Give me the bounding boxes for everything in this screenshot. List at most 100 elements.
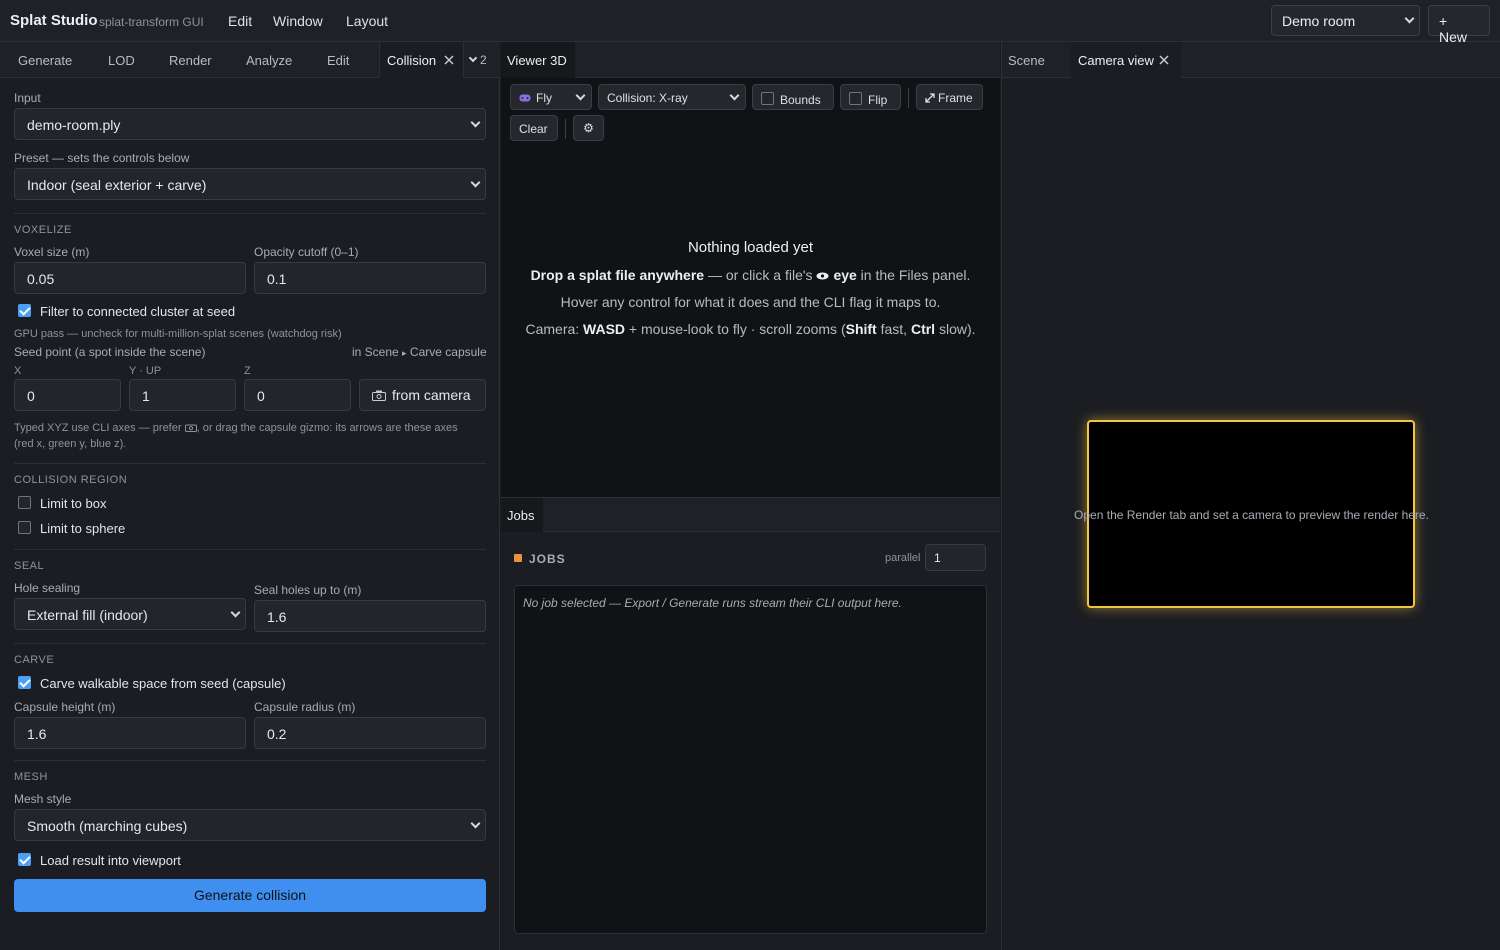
tab-scene[interactable]: Scene [1008, 53, 1045, 68]
divider [14, 213, 486, 214]
line1-end: in the Files panel. [856, 267, 971, 283]
menu-layout[interactable]: Layout [346, 13, 388, 29]
tab-jobs[interactable]: Jobs [501, 498, 543, 532]
job-log-empty: No job selected — Export / Generate runs… [523, 596, 902, 610]
load-result-checkbox[interactable] [18, 853, 31, 866]
limit-box-checkbox[interactable] [18, 496, 31, 509]
seed-point-label: Seed point (a spot inside the scene) [14, 345, 206, 359]
from-camera-label: from camera [392, 387, 471, 403]
line1-eye: eye [833, 267, 857, 283]
menu-window[interactable]: Window [273, 13, 323, 29]
axes-hint: Typed XYZ use CLI axes — prefer , or dra… [14, 420, 492, 452]
eye-icon [816, 272, 829, 280]
capsule-radius-input[interactable]: 0.2 [254, 717, 486, 749]
chevron-down-icon [470, 818, 481, 829]
menu-edit[interactable]: Edit [228, 13, 252, 29]
axes-hint-c: (red x, green y, blue z). [14, 438, 127, 450]
tab-render[interactable]: Render [169, 53, 212, 68]
tab-lod[interactable]: LOD [108, 53, 135, 68]
opacity-cutoff-label: Opacity cutoff (0–1) [254, 245, 359, 259]
parallel-input[interactable]: 1 [925, 544, 986, 571]
line3-a: Camera: [525, 321, 584, 337]
seed-y-input[interactable]: 1 [129, 379, 236, 411]
axes-hint-b: , or drag the capsule gizmo: its arrows … [196, 422, 458, 434]
new-project-button[interactable]: + New [1428, 5, 1490, 45]
input-label: Input [14, 91, 41, 105]
tab-edit[interactable]: Edit [327, 53, 349, 68]
tab-overflow-button[interactable]: 2 [468, 53, 487, 67]
z-label: Z [244, 365, 251, 377]
frame-label: Frame [938, 91, 973, 105]
seed-scene-link[interactable]: in Scene ▸ Carve capsule [352, 345, 487, 359]
section-carve: CARVE [14, 654, 55, 666]
voxel-size-input[interactable]: 0.05 [14, 262, 246, 294]
tab-analyze[interactable]: Analyze [246, 53, 292, 68]
bounds-checkbox[interactable] [761, 92, 774, 105]
preset-label: Preset — sets the controls below [14, 151, 190, 165]
collision-view-select[interactable]: Collision: X-ray [598, 84, 746, 110]
input-select[interactable]: demo-room.ply [14, 108, 486, 140]
filter-cluster-label: Filter to connected cluster at seed [40, 304, 236, 319]
line3-wasd: WASD [583, 321, 626, 337]
seed-link-capsule: Carve capsule [409, 345, 487, 359]
parallel-label: parallel [885, 552, 921, 564]
section-voxelize: VOXELIZE [14, 224, 72, 236]
flip-toggle[interactable]: Flip [840, 84, 901, 110]
project-select[interactable]: Demo room [1271, 5, 1420, 36]
seed-link-sep: ▸ [402, 348, 407, 358]
chevron-down-icon [575, 90, 586, 101]
flip-label: Flip [868, 93, 888, 107]
tab-camera-view[interactable]: Camera view [1071, 42, 1181, 78]
line3-shift: Shift [845, 321, 877, 337]
line3-c: fast, [876, 321, 911, 337]
frame-button[interactable]: Frame [916, 84, 983, 110]
carve-checkbox[interactable] [18, 676, 31, 689]
opacity-cutoff-input[interactable]: 0.1 [254, 262, 486, 294]
empty-state-line-2: Hover any control for what it does and t… [560, 294, 941, 310]
mesh-style-label: Mesh style [14, 792, 72, 806]
divider [14, 463, 486, 464]
jobs-tab-bar: Jobs [501, 498, 1000, 532]
gear-icon: ⚙ [583, 121, 594, 135]
axes-hint-a: Typed XYZ use CLI axes — prefer [14, 422, 182, 434]
tab-collision[interactable]: Collision [379, 42, 464, 78]
section-collision-region: COLLISION REGION [14, 474, 128, 486]
fly-mode-select[interactable]: Fly [510, 84, 592, 110]
gpu-hint: GPU pass — uncheck for multi-million-spl… [14, 328, 342, 340]
top-bar: Splat Studio splat-transform GUI Edit Wi… [0, 0, 1500, 45]
limit-sphere-label: Limit to sphere [40, 521, 126, 536]
capsule-height-input[interactable]: 1.6 [14, 717, 246, 749]
empty-state-title: Nothing loaded yet [687, 239, 814, 256]
hole-sealing-select[interactable]: External fill (indoor) [14, 598, 246, 630]
preset-select[interactable]: Indoor (seal exterior + carve) [14, 168, 486, 200]
bounds-toggle[interactable]: Bounds [752, 84, 834, 110]
close-icon[interactable] [1159, 55, 1169, 65]
generate-collision-button[interactable]: Generate collision [14, 879, 486, 912]
settings-button[interactable]: ⚙ [573, 115, 604, 141]
bounds-label: Bounds [780, 93, 821, 107]
chevron-down-icon [468, 53, 478, 63]
seal-holes-input[interactable]: 1.6 [254, 600, 486, 632]
seal-holes-label: Seal holes up to (m) [254, 583, 362, 597]
toolbar-separator [565, 119, 566, 139]
toolbar-separator [908, 88, 909, 108]
chevron-down-icon [230, 607, 241, 618]
filter-cluster-checkbox[interactable] [18, 304, 31, 317]
limit-sphere-checkbox[interactable] [18, 521, 31, 534]
mesh-style-select[interactable]: Smooth (marching cubes) [14, 809, 486, 841]
seed-z-input[interactable]: 0 [244, 379, 351, 411]
viewer-tab-bar: Viewer 3D [501, 42, 1000, 78]
from-camera-button[interactable]: from camera [359, 379, 486, 411]
preset-select-value: Indoor (seal exterior + carve) [27, 177, 207, 193]
viewer-panel: Viewer 3D Fly Collision: X-ray Bounds Fl… [501, 42, 1000, 497]
jobs-panel: Jobs JOBS parallel 1 No job selected — E… [501, 497, 1000, 950]
tab-viewer-3d[interactable]: Viewer 3D [501, 42, 575, 78]
close-icon[interactable] [444, 55, 454, 65]
load-result-label: Load result into viewport [40, 853, 181, 868]
seed-x-input[interactable]: 0 [14, 379, 121, 411]
tab-generate[interactable]: Generate [18, 53, 72, 68]
flip-checkbox[interactable] [849, 92, 862, 105]
camera-preview-text: Open the Render tab and set a camera to … [1074, 508, 1429, 522]
camera-icon [372, 390, 386, 401]
clear-button[interactable]: Clear [510, 115, 558, 141]
